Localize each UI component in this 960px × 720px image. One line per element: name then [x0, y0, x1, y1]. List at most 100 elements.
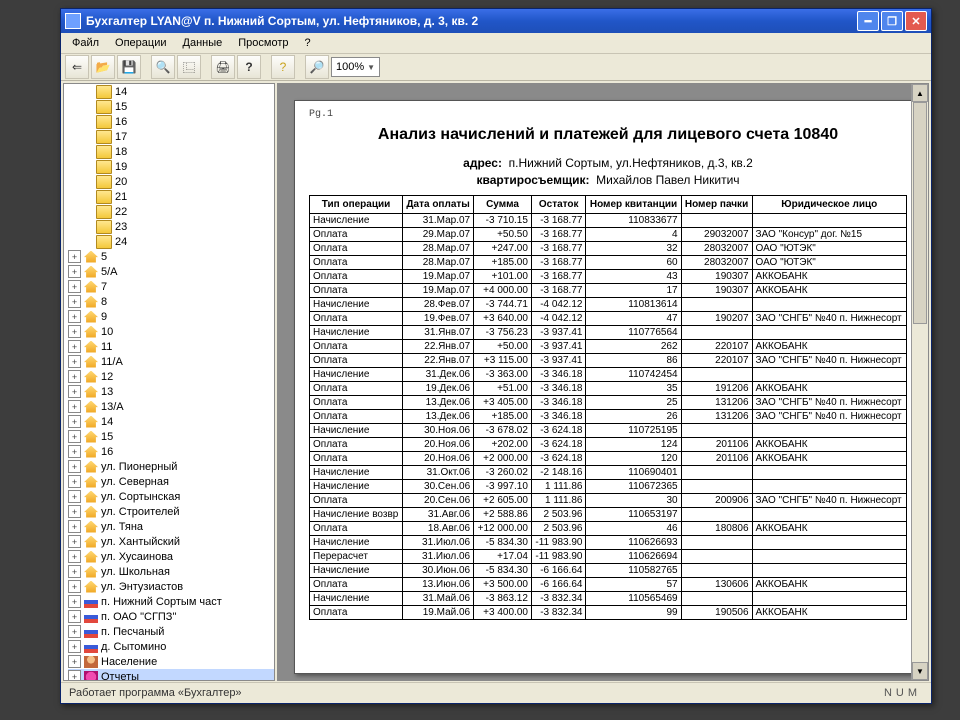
menu-file[interactable]: Файл — [65, 35, 106, 51]
column-header: Дата оплаты — [403, 196, 474, 214]
scroll-up-button[interactable]: ▲ — [912, 84, 928, 102]
scroll-thumb[interactable] — [913, 102, 927, 324]
house-icon — [84, 266, 98, 278]
table-row: Начисление30.Июн.06-5 834.30-6 166.64110… — [310, 564, 907, 578]
table-row: Оплата19.Дек.06+51.00-3 346.1835191206АК… — [310, 382, 907, 396]
tree-item[interactable]: +ул. Энтузиастов — [68, 579, 274, 594]
tree-item[interactable]: +13/А — [68, 399, 274, 414]
tree-item[interactable]: +15 — [68, 429, 274, 444]
close-button[interactable]: ✕ — [905, 11, 927, 31]
table-row: Оплата13.Дек.06+3 405.00-3 346.182513120… — [310, 396, 907, 410]
table-row: Оплата13.Июн.06+3 500.00-6 166.645713060… — [310, 578, 907, 592]
app-icon — [65, 13, 81, 29]
report-page: Pg.1 Анализ начислений и платежей для ли… — [294, 100, 922, 674]
tb-find[interactable]: 🔍 — [151, 55, 175, 79]
table-row: Перерасчет31.Июл.06+17.04-11 983.9011062… — [310, 550, 907, 564]
tree-item[interactable]: 14 — [82, 84, 274, 99]
flag-icon — [84, 626, 98, 638]
tree-item[interactable]: +5/А — [68, 264, 274, 279]
house-icon — [84, 536, 98, 548]
house-icon — [84, 341, 98, 353]
tree-item[interactable]: 17 — [82, 129, 274, 144]
tree-item[interactable]: 16 — [82, 114, 274, 129]
tree-item[interactable]: +13 — [68, 384, 274, 399]
tree-item[interactable]: +Отчеты — [68, 669, 274, 681]
menu-view[interactable]: Просмотр — [231, 35, 295, 51]
menu-data[interactable]: Данные — [176, 35, 230, 51]
tb-tree[interactable]: ⿺ — [177, 55, 201, 79]
tree-item[interactable]: +п. ОАО "СГПЗ" — [68, 609, 274, 624]
zoom-combo[interactable]: 100% ▼ — [331, 57, 380, 77]
tree-item[interactable]: +Население — [68, 654, 274, 669]
tree-item[interactable]: +16 — [68, 444, 274, 459]
report-title: Анализ начислений и платежей для лицевог… — [309, 126, 907, 144]
tree-item[interactable]: +ул. Сортынская — [68, 489, 274, 504]
tree-item[interactable]: +8 — [68, 294, 274, 309]
tb-whatsthis[interactable]: ? — [237, 55, 261, 79]
table-row: Оплата19.Мар.07+4 000.00-3 168.771719030… — [310, 284, 907, 298]
tree-item[interactable]: +14 — [68, 414, 274, 429]
tree-panel[interactable]: 1415161718192021222324+5+5/А+7+8+9+10+11… — [63, 83, 275, 681]
tree-item[interactable]: +7 — [68, 279, 274, 294]
tb-save[interactable]: 💾 — [117, 55, 141, 79]
tree-item[interactable]: 18 — [82, 144, 274, 159]
table-row: Оплата20.Сен.06+2 605.001 111.8630200906… — [310, 494, 907, 508]
statusbar: Работает программа «Бухгалтер» NUM — [61, 682, 931, 703]
table-row: Начисление31.Янв.07-3 756.23-3 937.41110… — [310, 326, 907, 340]
folder-icon — [96, 190, 112, 204]
tree-item[interactable]: 23 — [82, 219, 274, 234]
tree-item[interactable]: +п. Нижний Сортым част — [68, 594, 274, 609]
tree-item[interactable]: 20 — [82, 174, 274, 189]
house-icon — [84, 521, 98, 533]
tb-zoom-tool[interactable]: 🔎 — [305, 55, 329, 79]
tb-open[interactable]: 📂 — [91, 55, 115, 79]
house-icon — [84, 326, 98, 338]
house-icon — [84, 371, 98, 383]
tree-item[interactable]: +12 — [68, 369, 274, 384]
folder-icon — [96, 115, 112, 129]
table-row: Оплата22.Янв.07+3 115.00-3 937.418622010… — [310, 354, 907, 368]
tree-item[interactable]: +д. Сытомино — [68, 639, 274, 654]
minimize-button[interactable]: ━ — [857, 11, 879, 31]
house-icon — [84, 461, 98, 473]
tree-item[interactable]: +ул. Северная — [68, 474, 274, 489]
table-row: Начисление31.Мар.07-3 710.15-3 168.77110… — [310, 214, 907, 228]
tree-item[interactable]: +ул. Тяна — [68, 519, 274, 534]
tree-item[interactable]: +ул. Хантыйский — [68, 534, 274, 549]
tree-item[interactable]: +10 — [68, 324, 274, 339]
person-icon — [84, 656, 98, 668]
house-icon — [84, 311, 98, 323]
house-icon — [84, 491, 98, 503]
house-icon — [84, 416, 98, 428]
tree-item[interactable]: 19 — [82, 159, 274, 174]
report-address: адрес: п.Нижний Сортым, ул.Нефтяников, д… — [309, 156, 907, 170]
tree-item[interactable]: +11/А — [68, 354, 274, 369]
tree-item[interactable]: 21 — [82, 189, 274, 204]
tree-item[interactable]: +5 — [68, 249, 274, 264]
tree-item[interactable]: +ул. Школьная — [68, 564, 274, 579]
tree-item[interactable]: +ул. Хусаинова — [68, 549, 274, 564]
tb-help[interactable]: ? — [271, 55, 295, 79]
tree-item[interactable]: +ул. Пионерный — [68, 459, 274, 474]
folder-icon — [96, 130, 112, 144]
maximize-button[interactable]: ❐ — [881, 11, 903, 31]
tb-print[interactable]: 🖨 — [211, 55, 235, 79]
tree-item[interactable]: 22 — [82, 204, 274, 219]
tree-item[interactable]: 15 — [82, 99, 274, 114]
house-icon — [84, 296, 98, 308]
folder-icon — [96, 205, 112, 219]
menu-help[interactable]: ? — [298, 35, 318, 51]
flag-icon — [84, 611, 98, 623]
vertical-scrollbar[interactable]: ▲ ▼ — [911, 84, 928, 680]
tree-item[interactable]: 24 — [82, 234, 274, 249]
tree-item[interactable]: +ул. Строителей — [68, 504, 274, 519]
scroll-down-button[interactable]: ▼ — [912, 662, 928, 680]
tree-item[interactable]: +9 — [68, 309, 274, 324]
tb-back[interactable]: ⇐ — [65, 55, 89, 79]
tree-item[interactable]: +11 — [68, 339, 274, 354]
house-icon — [84, 401, 98, 413]
tree-item[interactable]: +п. Песчаный — [68, 624, 274, 639]
menu-operations[interactable]: Операции — [108, 35, 173, 51]
house-icon — [84, 566, 98, 578]
report-tenant: квартиросъемщик: Михайлов Павел Никитич — [309, 173, 907, 187]
